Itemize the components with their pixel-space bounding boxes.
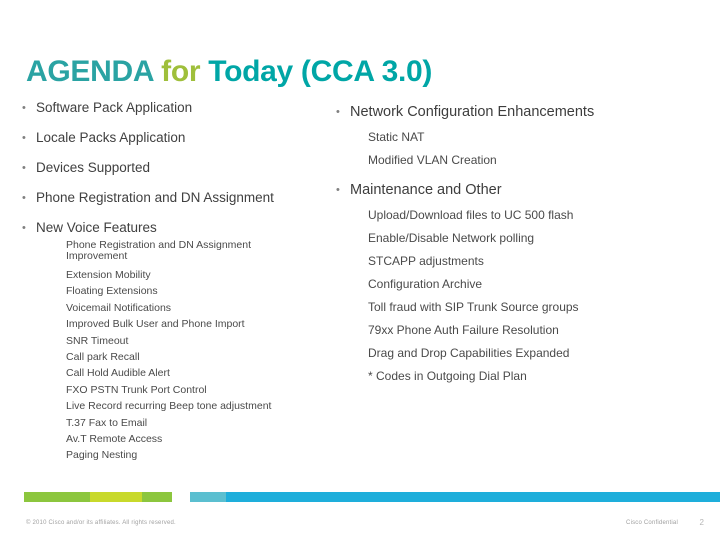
confidentiality-label: Cisco Confidential <box>626 520 678 526</box>
list-item-label: New Voice Features <box>36 220 157 235</box>
sub-list-item: Static NAT <box>368 130 425 144</box>
right-sub-list-group1: Static NAT Modified VLAN Creation <box>368 126 710 172</box>
sub-list-item: FXO PSTN Trunk Port Control <box>66 383 207 396</box>
sub-list-item: STCAPP adjustments <box>368 254 484 268</box>
list-item-label: Phone Registration and DN Assignment <box>36 190 274 205</box>
left-gutter <box>0 0 22 492</box>
bullet-icon: • <box>336 184 340 196</box>
band-segment-white-gap <box>172 492 190 502</box>
sub-list-item: Drag and Drop Capabilities Expanded <box>368 346 570 360</box>
sub-list-item: Toll fraud with SIP Trunk Source groups <box>368 300 579 314</box>
sub-list-item: Live Record recurring Beep tone adjustme… <box>66 400 272 413</box>
band-segment-green <box>24 492 90 502</box>
list-item: • Phone Registration and DN Assignment <box>22 190 342 206</box>
list-item-label: Software Pack Application <box>36 100 193 115</box>
page-title-part3: Today (CCA 3.0) <box>208 55 433 88</box>
sub-list-item: T.37 Fax to Email <box>66 416 148 429</box>
sub-list-item: Floating Extensions <box>66 285 158 298</box>
sub-list-item: Call Hold Audible Alert <box>66 367 170 380</box>
sub-list-item: Paging Nesting <box>66 449 138 462</box>
list-item-label: Locale Packs Application <box>36 130 186 145</box>
page-title-part1: AGENDA <box>26 55 154 88</box>
footer-color-band <box>0 492 720 502</box>
sub-list-item: Extension Mobility <box>66 269 151 281</box>
left-sub-list: Phone Registration and DN Assignment Imp… <box>66 240 342 464</box>
sub-list-item: * Codes in Outgoing Dial Plan <box>368 369 527 383</box>
band-segment-lime <box>90 492 142 502</box>
copyright-text: © 2010 Cisco and/or its affiliates. All … <box>26 520 176 526</box>
bullet-icon: • <box>22 222 26 234</box>
list-item: • Maintenance and Other <box>336 182 710 198</box>
left-column: • Software Pack Application • Locale Pac… <box>22 100 342 464</box>
sub-list-item: Voicemail Notifications <box>66 301 172 314</box>
slide: AGENDA for Today (CCA 3.0) • Software Pa… <box>0 0 720 540</box>
right-column: • Network Configuration Enhancements Sta… <box>336 104 710 398</box>
sub-list-item: Improved Bulk User and Phone Import <box>66 318 245 331</box>
list-item-label: Devices Supported <box>36 160 151 175</box>
bullet-icon: • <box>22 192 26 204</box>
list-item-label: Network Configuration Enhancements <box>350 104 595 120</box>
band-segment-white-left <box>0 492 24 502</box>
sub-list-item: Av.T Remote Access <box>66 433 163 446</box>
sub-list-item: Call park Recall <box>66 351 140 364</box>
page-title-part2: for <box>153 55 209 88</box>
list-item: • Software Pack Application <box>22 100 342 116</box>
bullet-icon: • <box>336 106 340 118</box>
bullet-icon: • <box>22 102 26 114</box>
sub-list-item: Enable/Disable Network polling <box>368 231 535 245</box>
sub-list-item: Modified VLAN Creation <box>368 153 497 167</box>
list-item: • New Voice Features <box>22 220 342 236</box>
sub-list-item: 79xx Phone Auth Failure Resolution <box>368 323 559 337</box>
page-number: 2 <box>699 518 704 527</box>
bullet-icon: • <box>22 162 26 174</box>
footer: © 2010 Cisco and/or its affiliates. All … <box>0 502 720 540</box>
band-segment-cyan <box>190 492 226 502</box>
right-sub-list-group2: Upload/Download files to UC 500 flash En… <box>368 204 710 388</box>
sub-list-item: Configuration Archive <box>368 277 483 291</box>
band-segment-blue <box>226 492 720 502</box>
list-item: • Locale Packs Application <box>22 130 342 146</box>
sub-list-item: Upload/Download files to UC 500 flash <box>368 208 574 222</box>
page-title: AGENDA for Today (CCA 3.0) <box>26 55 432 89</box>
list-item-label: Maintenance and Other <box>350 182 502 198</box>
band-segment-green-2 <box>142 492 172 502</box>
sub-list-item: SNR Timeout <box>66 334 129 347</box>
list-item: • Devices Supported <box>22 160 342 176</box>
bullet-icon: • <box>22 132 26 144</box>
sub-list-item: Improvement <box>66 250 128 262</box>
list-item: • Network Configuration Enhancements <box>336 104 710 120</box>
